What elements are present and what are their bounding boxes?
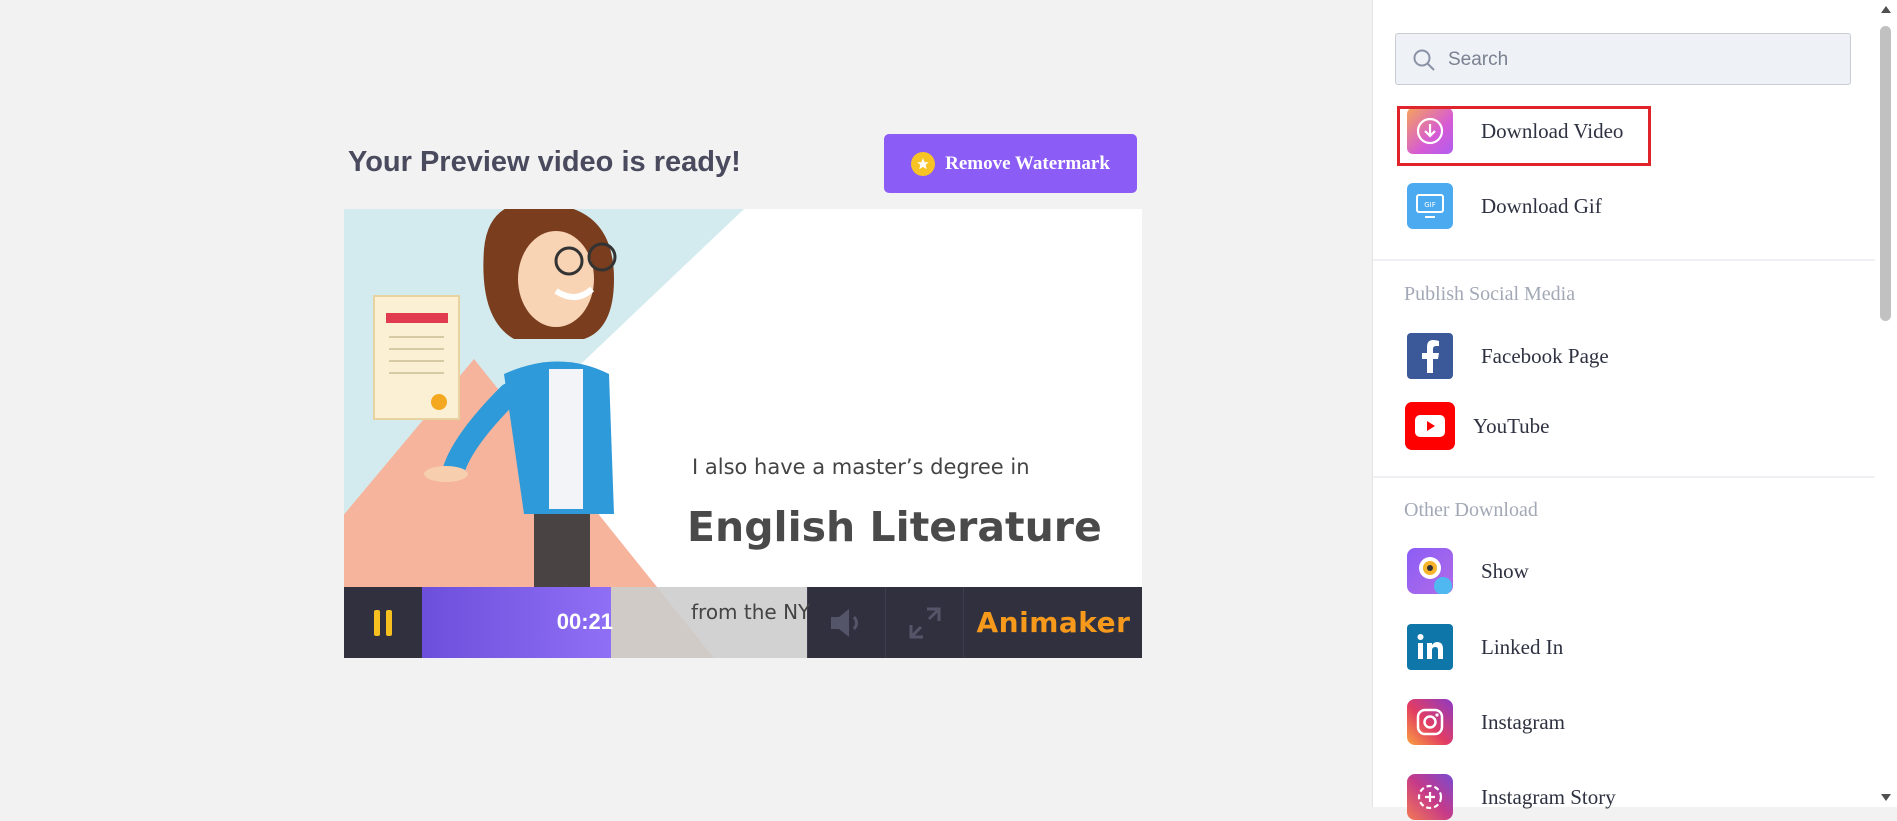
instagram-item[interactable]: Instagram bbox=[1407, 698, 1565, 746]
facebook-icon bbox=[1407, 333, 1453, 379]
search-input[interactable] bbox=[1446, 34, 1840, 86]
download-gif-label: Download Gif bbox=[1481, 193, 1602, 218]
download-gif-item[interactable]: GIF Download Gif bbox=[1407, 182, 1602, 230]
linkedin-icon bbox=[1407, 624, 1453, 670]
remove-watermark-button[interactable]: Remove Watermark bbox=[884, 134, 1137, 193]
show-icon bbox=[1407, 548, 1453, 594]
star-icon bbox=[911, 151, 936, 176]
instagram-label: Instagram bbox=[1481, 709, 1565, 734]
pause-icon bbox=[374, 609, 392, 636]
facebook-page-label: Facebook Page bbox=[1481, 343, 1609, 368]
instagram-story-item[interactable]: Instagram Story bbox=[1407, 773, 1616, 821]
instagram-icon bbox=[1407, 699, 1453, 745]
video-caption-line2: English Literature bbox=[687, 503, 1102, 551]
speaker-icon bbox=[831, 608, 858, 637]
search-icon bbox=[1413, 49, 1435, 71]
divider bbox=[1373, 476, 1876, 478]
instagram-story-label: Instagram Story bbox=[1481, 784, 1616, 809]
show-item[interactable]: Show bbox=[1407, 547, 1529, 595]
search-box bbox=[1395, 33, 1851, 86]
video-caption-line3: from the NY bbox=[691, 600, 811, 624]
linkedin-label: Linked In bbox=[1481, 634, 1564, 659]
scroll-thumb[interactable] bbox=[1880, 26, 1891, 321]
scroll-up-arrow[interactable] bbox=[1881, 6, 1891, 13]
social-section-title: Publish Social Media bbox=[1404, 283, 1576, 305]
page-title: Your Preview video is ready! bbox=[348, 146, 741, 178]
brand-logo: Animaker bbox=[963, 587, 1142, 658]
youtube-item[interactable]: YouTube bbox=[1405, 402, 1549, 450]
expand-icon bbox=[909, 607, 941, 638]
video-player[interactable]: I also have a master’s degree in English… bbox=[344, 209, 1142, 658]
remove-watermark-label: Remove Watermark bbox=[945, 152, 1110, 174]
svg-text:GIF: GIF bbox=[1424, 201, 1436, 209]
youtube-label: YouTube bbox=[1473, 413, 1550, 438]
instagram-story-icon bbox=[1407, 774, 1453, 820]
selection-highlight bbox=[1397, 106, 1651, 166]
volume-button[interactable] bbox=[807, 587, 886, 658]
gif-icon: GIF bbox=[1407, 183, 1453, 229]
time-display: 00:21 bbox=[556, 609, 613, 634]
pause-button[interactable] bbox=[344, 587, 422, 658]
linkedin-item[interactable]: Linked In bbox=[1407, 623, 1563, 671]
other-section-title: Other Download bbox=[1404, 499, 1538, 521]
fullscreen-button[interactable] bbox=[885, 587, 964, 658]
video-caption-line1: I also have a master’s degree in bbox=[692, 455, 1030, 479]
scrollbar[interactable] bbox=[1875, 0, 1897, 807]
scroll-down-arrow[interactable] bbox=[1881, 794, 1891, 801]
facebook-page-item[interactable]: Facebook Page bbox=[1407, 332, 1609, 380]
share-sidebar: Download Video GIF Download Gif Publish … bbox=[1372, 0, 1876, 820]
youtube-icon bbox=[1405, 402, 1455, 450]
show-label: Show bbox=[1481, 558, 1529, 583]
divider bbox=[1373, 259, 1876, 261]
